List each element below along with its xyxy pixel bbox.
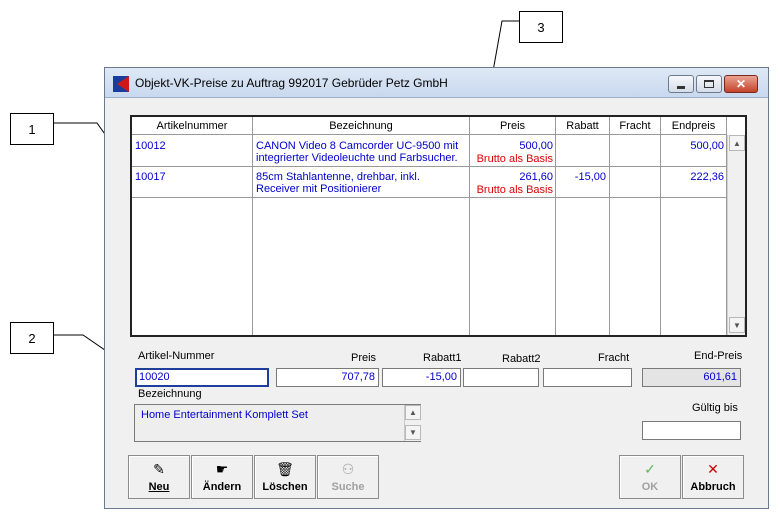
column-header-rabatt[interactable]: Rabatt — [556, 117, 610, 135]
checkmark-icon: ✓ — [644, 461, 656, 477]
row-bezeichnung-line2: integrierter Videoleuchte und Farbsucher… — [256, 152, 458, 164]
row-bezeichnung-line2: Receiver mit Positionierer — [256, 183, 382, 195]
label-rabatt1: Rabatt1 — [423, 352, 462, 364]
app-logo-icon — [113, 76, 129, 92]
price-grid: Artikelnummer Bezeichnung Preis Rabatt F… — [130, 115, 747, 337]
title-bar: Objekt-VK-Preise zu Auftrag 992017 Gebrü… — [105, 68, 768, 98]
x-icon: ✕ — [707, 461, 719, 477]
row-preis: 261,60 — [519, 171, 553, 183]
label-fracht: Fracht — [598, 352, 630, 364]
callout-1: 1 — [10, 113, 54, 145]
neu-button[interactable]: ✎ Neu — [128, 455, 190, 499]
arrow-up-icon: ▲ — [409, 408, 417, 417]
callout-3: 3 — [519, 11, 563, 43]
pencil-icon: ✎ — [153, 461, 165, 477]
column-header-endpreis[interactable]: Endpreis — [661, 117, 727, 135]
row-rabatt: -15,00 — [574, 171, 606, 183]
bezeichnung-textarea[interactable]: Home Entertainment Komplett Set ▲ ▼ — [134, 404, 421, 442]
preis-field[interactable]: 707,78 — [276, 368, 379, 387]
close-icon: ✕ — [735, 77, 747, 91]
close-button[interactable]: ✕ — [724, 75, 758, 93]
price-dialog-window: Objekt-VK-Preise zu Auftrag 992017 Gebrü… — [104, 67, 769, 509]
abbruch-button-label: Abbruch — [690, 481, 736, 493]
scroll-down-button[interactable]: ▼ — [405, 425, 421, 440]
label-gueltig-bis: Gültig bis — [692, 402, 738, 414]
label-end-preis: End-Preis — [694, 350, 743, 362]
artikel-nummer-field[interactable]: 10020 — [135, 368, 269, 387]
loeschen-button[interactable]: 🗑 Löschen — [254, 455, 316, 499]
label-preis: Preis — [351, 352, 377, 364]
arrow-down-icon: ▼ — [733, 320, 741, 330]
scroll-down-button[interactable]: ▼ — [729, 317, 745, 333]
suche-button[interactable]: ⚇ Suche — [317, 455, 379, 499]
bezeichnung-text: Home Entertainment Komplett Set — [141, 409, 308, 421]
row-bezeichnung-line1: 85cm Stahlantenne, drehbar, inkl. — [256, 171, 420, 183]
loeschen-button-label: Löschen — [262, 481, 308, 493]
ok-button-label: OK — [641, 481, 659, 493]
minimize-button[interactable] — [668, 75, 694, 93]
scroll-up-button[interactable]: ▲ — [405, 405, 421, 420]
binoculars-icon: ⚇ — [341, 461, 355, 477]
rabatt1-field[interactable]: -15,00 — [382, 368, 461, 387]
label-rabatt2: Rabatt2 — [502, 353, 541, 365]
row-preis-note: Brutto als Basis — [476, 153, 553, 165]
label-artikel-nummer: Artikel-Nummer — [138, 350, 215, 362]
column-header-preis[interactable]: Preis — [470, 117, 556, 135]
rabatt2-field[interactable] — [463, 368, 539, 387]
aendern-button-label: Ändern — [202, 481, 242, 493]
minimize-icon — [677, 85, 685, 89]
arrow-down-icon: ▼ — [409, 428, 417, 437]
gueltig-bis-field[interactable] — [642, 421, 741, 440]
window-title: Objekt-VK-Preise zu Auftrag 992017 Gebrü… — [135, 76, 448, 90]
row-endpreis: 500,00 — [690, 140, 724, 152]
row-artikelnummer: 10012 — [135, 140, 166, 152]
scroll-up-button[interactable]: ▲ — [729, 135, 745, 151]
label-bezeichnung: Bezeichnung — [138, 388, 202, 400]
aendern-button[interactable]: ☛ Ändern — [191, 455, 253, 499]
callout-2: 2 — [10, 322, 54, 354]
ok-button[interactable]: ✓ OK — [619, 455, 681, 499]
row-endpreis: 222,36 — [690, 171, 724, 183]
end-preis-field: 601,61 — [642, 368, 741, 387]
row-artikelnummer: 10017 — [135, 171, 166, 183]
abbruch-button[interactable]: ✕ Abbruch — [682, 455, 744, 499]
bezeichnung-scrollbar[interactable]: ▲ ▼ — [404, 405, 421, 441]
column-header-bezeichnung[interactable]: Bezeichnung — [253, 117, 470, 135]
column-header-artikelnummer[interactable]: Artikelnummer — [132, 117, 253, 135]
column-header-fracht[interactable]: Fracht — [610, 117, 661, 135]
row-preis-note: Brutto als Basis — [476, 184, 553, 196]
arrow-up-icon: ▲ — [733, 138, 741, 148]
maximize-icon — [704, 80, 714, 88]
row-bezeichnung-line1: CANON Video 8 Camcorder UC-9500 mit — [256, 140, 459, 152]
suche-button-label: Suche — [331, 481, 365, 493]
trash-icon: 🗑 — [276, 461, 294, 477]
row-preis: 500,00 — [519, 140, 553, 152]
grid-scrollbar[interactable]: ▲ ▼ — [727, 135, 745, 335]
fracht-field[interactable] — [543, 368, 632, 387]
edit-hand-icon: ☛ — [215, 461, 229, 477]
neu-button-label: Neu — [148, 481, 170, 493]
maximize-button[interactable] — [696, 75, 722, 93]
